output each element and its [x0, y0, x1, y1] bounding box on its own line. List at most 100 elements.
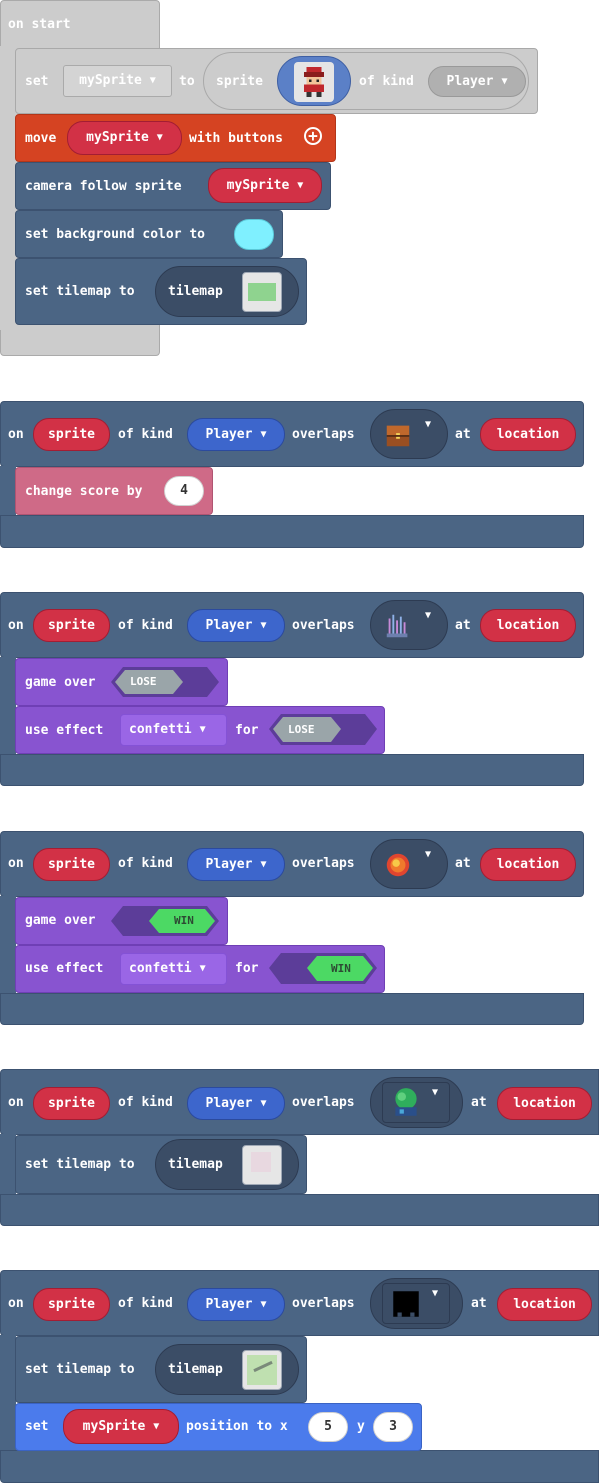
on-label: on: [8, 1095, 24, 1110]
tilemap-picker-3[interactable]: tilemap: [155, 1344, 299, 1395]
of-kind-label: of kind: [118, 1095, 173, 1110]
effect-dropdown-1[interactable]: confetti ▼: [120, 714, 227, 746]
chevron-down-icon: ▼: [297, 180, 304, 191]
chevron-down-icon: ▼: [260, 1098, 267, 1109]
on-label: on: [8, 427, 24, 442]
set-tilemap-label: set tilemap to: [25, 284, 135, 299]
on-start-label: on start: [8, 17, 71, 32]
color-swatch[interactable]: [234, 219, 274, 250]
overlap-event-arm-3: [0, 896, 16, 996]
game-over-label: game over: [25, 913, 96, 928]
lose-toggle[interactable]: [111, 667, 219, 697]
of-kind-label: of kind: [118, 1296, 173, 1311]
sprite-param-3[interactable]: sprite: [33, 848, 110, 881]
use-effect-label: use effect: [25, 723, 104, 738]
overlap-event-footer-4: [0, 1194, 599, 1226]
overlaps-label: overlaps: [292, 1095, 355, 1110]
location-param-5[interactable]: location: [497, 1288, 592, 1321]
effect-dropdown-2[interactable]: confetti ▼: [120, 953, 227, 985]
chevron-down-icon: ▼: [425, 849, 432, 860]
game-over-label: game over: [25, 675, 96, 690]
sprite-param-5[interactable]: sprite: [33, 1288, 110, 1321]
sprite-param-4[interactable]: sprite: [33, 1087, 110, 1120]
of-kind-label: of kind: [118, 618, 173, 633]
fire-orb-tile-icon: [383, 850, 413, 880]
kind-dropdown-5[interactable]: Player ▼: [187, 1288, 285, 1321]
y-label: y: [357, 1419, 365, 1434]
tile-picker-3[interactable]: ▼: [370, 839, 448, 889]
camera-follow-label: camera follow sprite: [25, 179, 182, 194]
kind-dropdown-3[interactable]: Player ▼: [187, 848, 285, 881]
at-label: at: [471, 1095, 487, 1110]
set-tilemap-label: set tilemap to: [25, 1157, 135, 1172]
tilemap-picker-2[interactable]: tilemap: [155, 1139, 299, 1190]
overlap-event-arm-2: [0, 657, 16, 757]
use-effect-label: use effect: [25, 961, 104, 976]
kind-dropdown[interactable]: Player ▼: [428, 66, 526, 97]
overlap-event-footer-2: [0, 754, 584, 786]
overlaps-label: overlaps: [292, 427, 355, 442]
chevron-down-icon: ▼: [432, 1087, 439, 1098]
move-sprite-dropdown[interactable]: mySprite ▼: [67, 121, 182, 155]
y-input[interactable]: 3: [373, 1412, 413, 1442]
sprite-param-1[interactable]: sprite: [33, 418, 110, 451]
kind-dropdown-1[interactable]: Player ▼: [187, 418, 285, 451]
overlap-event-footer-5: [0, 1450, 599, 1483]
chevron-down-icon: ▼: [149, 75, 156, 86]
of-kind-label: of kind: [359, 74, 414, 89]
add-parameter-icon[interactable]: +: [304, 127, 322, 145]
chevron-down-icon: ▼: [425, 610, 432, 621]
tile-picker-2[interactable]: ▼: [370, 600, 448, 650]
overlaps-label: overlaps: [292, 618, 355, 633]
chevron-down-icon: ▼: [432, 1288, 439, 1299]
of-kind-label: of kind: [118, 856, 173, 871]
location-param-3[interactable]: location: [480, 848, 576, 881]
chevron-down-icon: ▼: [260, 1299, 267, 1310]
sprite-variable-dropdown[interactable]: mySprite ▼: [63, 65, 172, 97]
score-input[interactable]: 4: [164, 476, 204, 506]
on-label: on: [8, 856, 24, 871]
at-label: at: [471, 1296, 487, 1311]
win-toggle-effect[interactable]: [269, 953, 377, 984]
chevron-down-icon: ▼: [156, 132, 163, 143]
camera-sprite-dropdown[interactable]: mySprite ▼: [208, 168, 322, 203]
overlap-event-footer-1: [0, 515, 584, 548]
on-label: on: [8, 1296, 24, 1311]
sprite-param-2[interactable]: sprite: [33, 609, 110, 642]
move-label: move: [25, 131, 57, 146]
tile-picker-1[interactable]: ▼: [370, 409, 448, 459]
tilemap-thumbnail: [242, 272, 282, 312]
tile-picker-5[interactable]: ▼: [370, 1278, 463, 1329]
sprite-image-picker[interactable]: [277, 56, 351, 106]
tilemap-thumbnail: [242, 1145, 282, 1185]
chest-tile-icon: [383, 420, 413, 450]
for-label: for: [235, 723, 259, 738]
x-input[interactable]: 5: [308, 1412, 348, 1442]
for-label: for: [235, 961, 259, 976]
at-label: at: [455, 856, 471, 871]
location-param-2[interactable]: location: [480, 609, 576, 642]
kind-dropdown-4[interactable]: Player ▼: [187, 1087, 285, 1120]
chevron-down-icon: ▼: [425, 419, 432, 430]
chevron-down-icon: ▼: [260, 429, 267, 440]
chevron-down-icon: ▼: [260, 859, 267, 870]
location-param-4[interactable]: location: [497, 1087, 592, 1120]
set-label: set: [25, 74, 49, 89]
location-param-1[interactable]: location: [480, 418, 576, 451]
coral-tile-icon: [383, 611, 413, 641]
chevron-down-icon: ▼: [153, 1421, 160, 1432]
overlap-event-arm-5: [0, 1335, 16, 1451]
position-sprite-dropdown[interactable]: mySprite ▼: [63, 1409, 179, 1444]
kind-dropdown-2[interactable]: Player ▼: [187, 609, 285, 642]
lose-label: LOSE: [130, 675, 157, 688]
set-label: set: [25, 1419, 49, 1434]
player-sprite-icon: [294, 62, 334, 102]
lose-toggle-effect[interactable]: [269, 714, 377, 745]
chevron-down-icon: ▼: [199, 724, 206, 735]
position-to-x-label: position to x: [186, 1419, 288, 1434]
overlap-event-arm-4: [0, 1134, 16, 1196]
overlap-event-footer-3: [0, 993, 584, 1025]
tilemap-picker[interactable]: tilemap: [155, 266, 299, 317]
tile-picker-4[interactable]: ▼: [370, 1077, 463, 1128]
win-toggle[interactable]: [111, 906, 219, 936]
